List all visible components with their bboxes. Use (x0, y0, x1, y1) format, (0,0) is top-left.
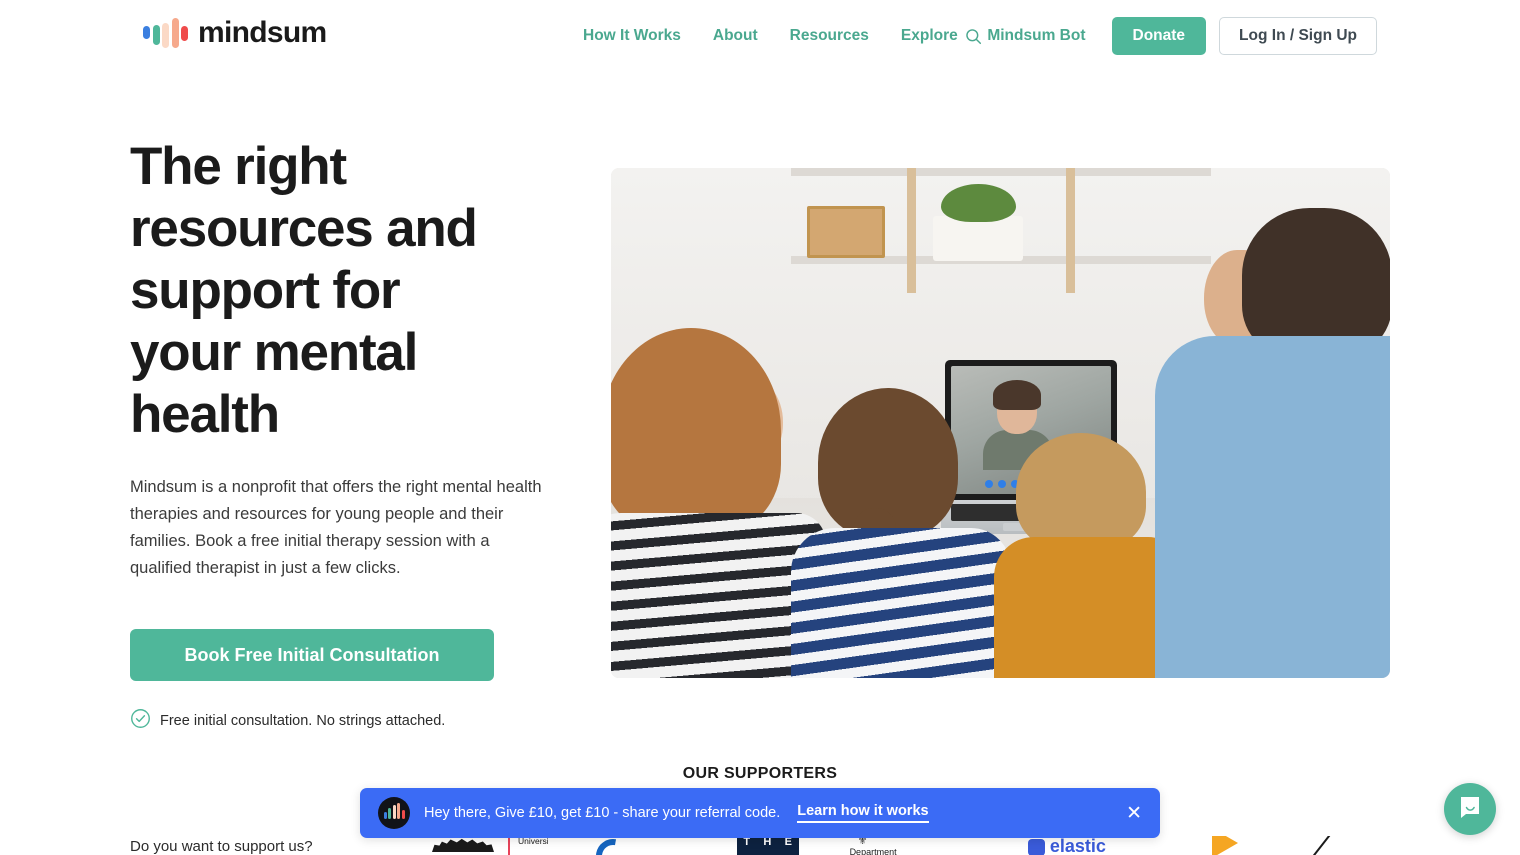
department-label: Department (849, 847, 897, 855)
banner-message: Hey there, Give £10, get £10 - share you… (424, 805, 781, 821)
nav-mindsum-bot[interactable]: Mindsum Bot (987, 27, 1085, 45)
nav-resources-label: Resources (789, 27, 869, 44)
person-girl (791, 388, 1011, 678)
oxford-label: University of (518, 836, 548, 846)
department-logo: ⚜ Department (836, 836, 1004, 855)
c-ring-logo (548, 836, 677, 855)
search-icon (965, 28, 982, 45)
supporters-heading: OUR SUPPORTERS (682, 765, 838, 782)
assurance-row: Free initial consultation. No strings at… (130, 708, 600, 733)
support-question: Do you want to support us? (130, 838, 313, 855)
elastic-label: elastic (1049, 836, 1106, 855)
nav-resources[interactable]: Resources (774, 27, 885, 45)
book-consultation-button[interactable]: Book Free Initial Consultation (130, 629, 494, 681)
site-logo[interactable]: mindsum (143, 16, 327, 49)
check-circle-icon (130, 708, 151, 733)
main-navigation: How It Works About Resources Explore (583, 0, 998, 72)
site-header: mindsum How It Works About Resources Exp… (0, 0, 1520, 72)
arrow-logo (1182, 836, 1291, 855)
donate-button[interactable]: Donate (1111, 17, 1207, 55)
referral-banner: Hey there, Give £10, get £10 - share you… (360, 788, 1160, 838)
page-title: The right resources and support for your… (130, 137, 478, 444)
logo-wordmark: mindsum (198, 16, 327, 49)
supporter-logos: University of T H E ⚜ Department elastic (400, 836, 1380, 855)
login-signup-button[interactable]: Log In / Sign Up (1219, 17, 1377, 55)
assurance-text: Free initial consultation. No strings at… (160, 712, 446, 729)
mindsum-circle-icon (378, 797, 410, 829)
person-father (1155, 208, 1390, 678)
elastic-logo: elastic (1004, 836, 1182, 855)
nav-about[interactable]: About (697, 27, 774, 45)
mindsum-bars-logo (143, 18, 188, 48)
header-actions: Mindsum Bot Donate Log In / Sign Up (987, 0, 1377, 72)
nav-explore-label: Explore (900, 27, 958, 44)
chat-bubble-icon (1457, 794, 1483, 825)
hero-content: The right resources and support for your… (130, 136, 600, 733)
nav-how-it-works[interactable]: How It Works (583, 27, 697, 45)
the-logo: T H E (677, 836, 835, 855)
nav-explore[interactable]: Explore (885, 27, 998, 45)
hero-description: Mindsum is a nonprofit that offers the r… (130, 478, 542, 577)
page-root: mindsum How It Works About Resources Exp… (0, 0, 1520, 855)
hero-image (611, 168, 1390, 678)
close-icon[interactable]: ✕ (1126, 804, 1142, 823)
slash-logo (1291, 836, 1380, 855)
learn-how-it-works-link[interactable]: Learn how it works (797, 803, 929, 823)
university-of-oxford-logo: University of (400, 836, 548, 855)
intercom-chat-launcher[interactable] (1444, 783, 1496, 835)
nav-how-it-works-label: How It Works (583, 27, 681, 44)
nav-about-label: About (712, 27, 758, 44)
